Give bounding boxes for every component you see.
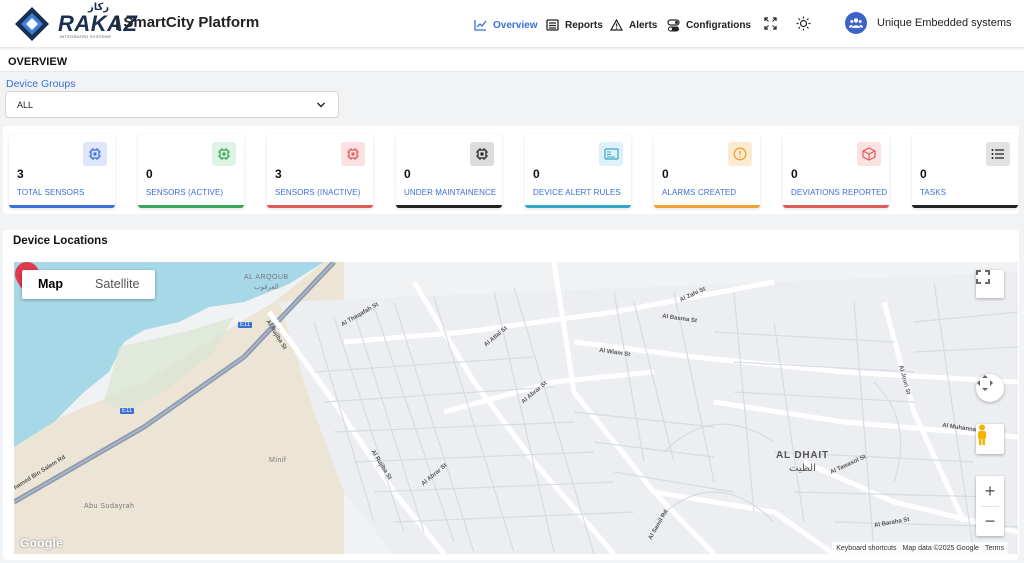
map-type-map-button[interactable]: Map — [22, 270, 79, 299]
stat-accent-bar — [654, 205, 760, 208]
stat-card-alarms-created[interactable]: 0 ALARMS CREATED — [654, 134, 760, 208]
pegman-icon — [978, 424, 986, 445]
map-canvas[interactable] — [14, 262, 1018, 554]
zoom-out-button[interactable]: − — [976, 506, 1004, 536]
box-icon — [857, 142, 881, 166]
nav-overview-label: Overview — [493, 19, 538, 31]
map-camera-control[interactable] — [976, 374, 1004, 402]
chip-icon — [470, 142, 494, 166]
overview-bar: OVERVIEW — [0, 50, 1024, 72]
app-title: | SmartCity Platform — [115, 14, 260, 31]
stat-label: DEVICE ALERT RULES — [533, 188, 621, 197]
street-view-pegman[interactable] — [976, 424, 1004, 454]
device-locations-title: Device Locations — [13, 235, 108, 247]
stat-card-device-alert-rules[interactable]: 0 DEVICE ALERT RULES — [525, 134, 631, 208]
stat-label: TOTAL SENSORS — [17, 188, 85, 197]
terms-link[interactable]: Terms — [985, 545, 1004, 552]
stat-value: 0 — [404, 167, 411, 181]
map-label-minif: Minif — [269, 457, 287, 464]
stat-value: 0 — [791, 167, 798, 181]
stat-card-tasks[interactable]: 0 TASKS — [912, 134, 1018, 208]
keyboard-shortcuts-link[interactable]: Keyboard shortcuts — [836, 545, 896, 552]
users-group-icon — [849, 18, 863, 28]
stat-accent-bar — [525, 205, 631, 208]
reports-icon — [545, 18, 559, 32]
map-label-al-dhait-ar: الظيت — [789, 463, 816, 474]
map-zoom-control: + − — [976, 476, 1004, 536]
stat-value: 0 — [662, 167, 669, 181]
list-icon — [986, 142, 1010, 166]
chevron-down-icon — [317, 102, 325, 108]
stat-card-total-sensors[interactable]: 3 TOTAL SENSORS — [9, 134, 115, 208]
google-logo: Google — [20, 536, 64, 550]
device-groups-label: Device Groups — [6, 78, 76, 90]
stat-accent-bar — [267, 205, 373, 208]
stat-accent-bar — [396, 205, 502, 208]
nav-overview[interactable]: Overview — [473, 16, 537, 34]
device-groups-select[interactable]: ALL — [5, 91, 339, 118]
stat-value: 0 — [533, 167, 540, 181]
chip-icon — [341, 142, 365, 166]
stat-card-under-maintainence[interactable]: 0 UNDER MAINTAINENCE — [396, 134, 502, 208]
highway-badge-e11-south: E11 — [120, 408, 135, 414]
chip-icon — [212, 142, 236, 166]
stat-label: SENSORS (ACTIVE) — [146, 188, 224, 197]
page-title: OVERVIEW — [8, 56, 68, 68]
stat-accent-bar — [912, 205, 1018, 208]
theme-sun-icon[interactable] — [795, 15, 811, 31]
stat-accent-bar — [9, 205, 115, 208]
map-type-control: Map Satellite — [22, 270, 156, 299]
device-groups-value: ALL — [17, 100, 34, 110]
warning-circle-icon — [728, 142, 752, 166]
line-chart-icon — [473, 18, 487, 32]
stat-value: 0 — [146, 167, 153, 181]
stat-card-sensors-active[interactable]: 0 SENSORS (ACTIVE) — [138, 134, 244, 208]
map-label-al-arqoub-ar: العرقوب — [254, 284, 279, 291]
rakaz-logo — [15, 7, 49, 41]
map-attribution: Keyboard shortcuts Map data ©2025 Google… — [832, 542, 1008, 554]
nav-configurations-label: Configrations — [686, 19, 751, 31]
map-label-al-arqoub: AL ARQOUB — [244, 274, 289, 281]
map-data-text: Map data ©2025 Google — [902, 544, 979, 552]
zoom-in-button[interactable]: + — [976, 476, 1004, 506]
stat-value: 0 — [920, 167, 927, 181]
stat-value: 3 — [17, 167, 24, 181]
card-icon — [599, 142, 623, 166]
user-avatar[interactable] — [845, 12, 867, 34]
map-fullscreen-button[interactable] — [976, 270, 1004, 298]
nav-reports[interactable]: Reports — [545, 16, 603, 34]
camera-move-icon — [977, 375, 993, 391]
nav-alerts-label: Alerts — [629, 19, 658, 31]
nav-configurations[interactable]: Configrations — [666, 16, 751, 34]
warning-triangle-icon — [609, 18, 623, 32]
logo-subtitle: INTEGRATED SYSTEMS — [60, 34, 112, 39]
stat-label: SENSORS (INACTIVE) — [275, 188, 361, 197]
nav-alerts[interactable]: Alerts — [609, 16, 657, 34]
nav-reports-label: Reports — [565, 19, 603, 31]
stat-label: UNDER MAINTAINENCE — [404, 188, 497, 197]
map-type-satellite-button[interactable]: Satellite — [79, 270, 155, 299]
user-name[interactable]: Unique Embedded systems — [877, 17, 1012, 29]
stat-accent-bar — [138, 205, 244, 208]
chip-icon — [83, 142, 107, 166]
stat-label: TASKS — [920, 188, 947, 197]
stat-card-deviations-reported[interactable]: 0 DEVIATIONS REPORTED — [783, 134, 889, 208]
map-label-al-dhait: AL DHAIT — [776, 450, 829, 461]
device-map[interactable]: AL ARQOUB العرقوب AL DHAIT الظيت Minif A… — [14, 262, 1018, 554]
toggle-settings-icon — [666, 18, 680, 32]
map-label-abu-sudayrah: Abu Sudayrah — [84, 503, 135, 510]
stat-label: DEVIATIONS REPORTED — [791, 188, 888, 197]
stat-accent-bar — [783, 205, 889, 208]
stat-card-sensors-inactive[interactable]: 3 SENSORS (INACTIVE) — [267, 134, 373, 208]
expand-icon — [976, 270, 990, 284]
stat-value: 3 — [275, 167, 282, 181]
stat-label: ALARMS CREATED — [662, 188, 737, 197]
fullscreen-icon[interactable] — [762, 15, 778, 31]
highway-badge-e11-north: E11 — [238, 322, 253, 328]
top-header: ركاز RAKAZ INTEGRATED SYSTEMS | SmartCit… — [0, 0, 1024, 48]
